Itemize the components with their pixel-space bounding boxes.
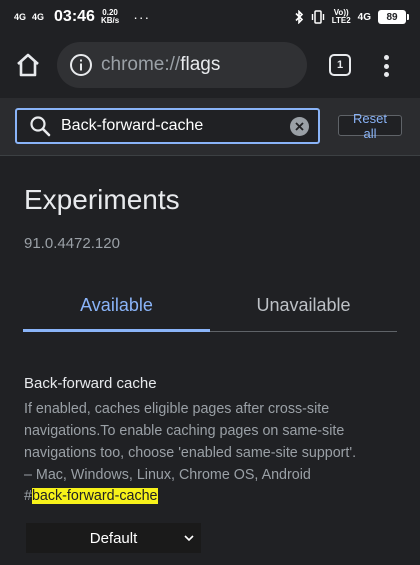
tab-bar: Available Unavailable: [23, 280, 397, 332]
flag-title: Back-forward cache: [24, 375, 157, 392]
page-title: Experiments: [24, 184, 180, 215]
search-icon: [30, 116, 51, 137]
clock: 03:46: [54, 8, 95, 25]
active-tab-indicator: [23, 329, 210, 332]
tab-switcher-button[interactable]: 1: [329, 54, 351, 76]
search-input[interactable]: [59, 116, 279, 136]
search-box[interactable]: [15, 108, 320, 144]
volte-indicator: Vo)) LTE2: [331, 8, 351, 25]
signal-icon-3: 4G: [357, 11, 371, 23]
bluetooth-icon: [295, 10, 303, 24]
more-menu-icon[interactable]: [376, 53, 396, 79]
signal-icon-2: 4G: [32, 11, 45, 22]
network-speed: 0.20 KB/s: [100, 8, 120, 25]
omnibox[interactable]: chrome://flags: [57, 42, 307, 88]
version-label: 91.0.4472.120: [24, 235, 120, 252]
flag-permalink[interactable]: #back-forward-cache: [24, 488, 158, 504]
more-notifications-icon: ···: [133, 9, 151, 25]
home-icon[interactable]: [14, 51, 42, 79]
chevron-down-icon: [184, 535, 194, 542]
flag-state-select[interactable]: Default: [26, 523, 201, 553]
select-value: Default: [89, 529, 138, 547]
status-bar: 4G 4G 03:46 0.20 KB/s ··· Vo)) LTE2 4G 8…: [0, 0, 420, 34]
clear-search-icon[interactable]: [290, 117, 309, 136]
flag-description: If enabled, caches eligible pages after …: [24, 401, 357, 483]
vibrate-icon: [311, 10, 324, 24]
battery-icon: 89: [378, 10, 409, 24]
signal-icon: 4G: [14, 11, 27, 22]
tab-unavailable[interactable]: Unavailable: [210, 280, 397, 330]
browser-toolbar: chrome://flags 1: [0, 34, 420, 98]
url-text[interactable]: chrome://flags: [101, 54, 220, 76]
flags-search-bar: Reset all: [0, 98, 420, 156]
reset-all-button[interactable]: Reset all: [338, 111, 402, 141]
info-icon[interactable]: [69, 53, 93, 77]
tab-available[interactable]: Available: [23, 280, 210, 330]
